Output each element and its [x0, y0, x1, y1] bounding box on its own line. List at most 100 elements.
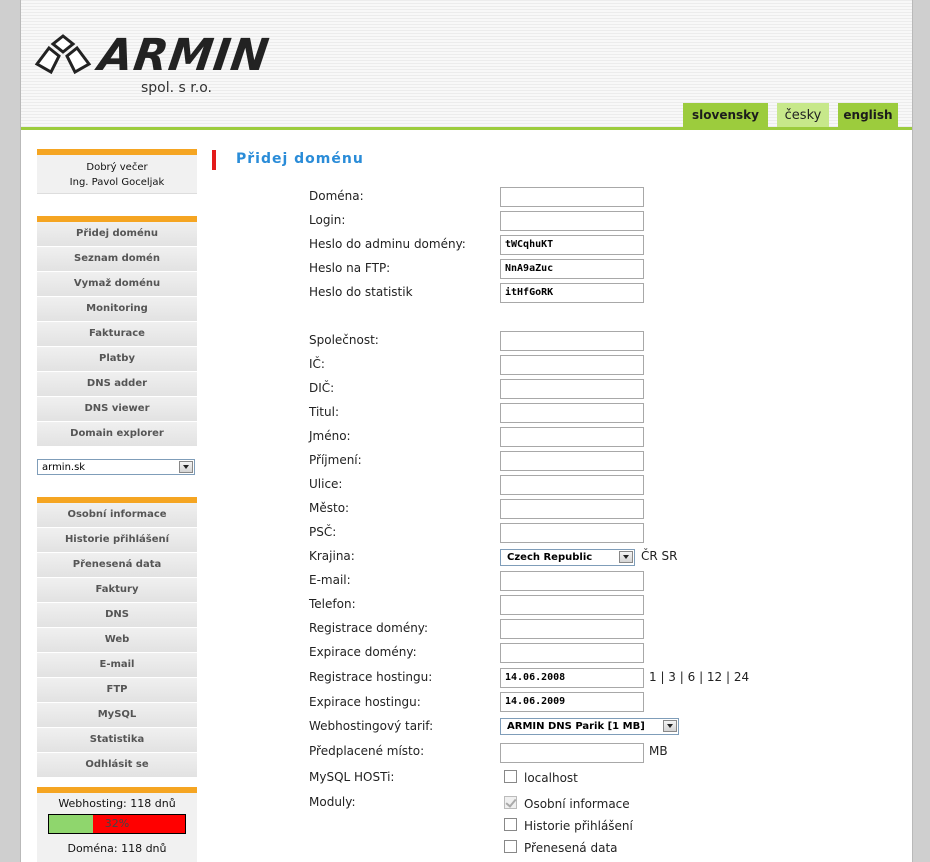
label-company: Společnost: — [309, 333, 379, 347]
label-stats-password: Heslo do statistik — [309, 285, 413, 299]
admin-password-input[interactable]: tWCqhuKT — [500, 235, 644, 255]
country-select-value: Czech Republic — [507, 552, 593, 563]
domain-select[interactable]: armin.sk — [37, 459, 195, 475]
dic-input[interactable] — [500, 379, 644, 399]
menu-item-platby[interactable]: Platby — [37, 347, 197, 372]
menu-item-email[interactable]: E-mail — [37, 653, 197, 678]
label-modules: Moduly: — [309, 795, 356, 809]
title-marker — [212, 150, 216, 170]
hosting-registration-input[interactable]: 14.06.2008 — [500, 668, 644, 688]
label-prepaid-space: Předplacené místo: — [309, 744, 425, 758]
email-input[interactable] — [500, 571, 644, 591]
brand-logo[interactable]: ARMIN spol. s r.o. — [33, 30, 273, 100]
module-historie-prihlaseni-label: Historie přihlášení — [524, 819, 633, 833]
domain-expiration-input[interactable] — [500, 643, 644, 663]
psc-input[interactable] — [500, 523, 644, 543]
label-mysql-hosts: MySQL HOSTi: — [309, 770, 395, 784]
label-ftp-password: Heslo na FTP: — [309, 261, 391, 275]
label-last-name: Příjmení: — [309, 453, 362, 467]
menu-item-mysql[interactable]: MySQL — [37, 703, 197, 728]
menu-item-statistika[interactable]: Statistika — [37, 728, 197, 753]
menu-item-odhlasit-se[interactable]: Odhlásit se — [37, 753, 197, 778]
stats-password-input[interactable]: itHfGoRK — [500, 283, 644, 303]
label-dic: DIČ: — [309, 381, 335, 395]
module-prenesena-data-checkbox[interactable] — [504, 840, 517, 853]
chevron-down-icon[interactable] — [179, 461, 193, 473]
mysql-localhost-label: localhost — [524, 771, 578, 785]
domain-input[interactable] — [500, 187, 644, 207]
menu-item-domain-explorer[interactable]: Domain explorer — [37, 422, 197, 447]
greeting-box: Dobrý večer Ing. Pavol Goceljak — [37, 149, 197, 194]
menu-item-vymaz-domenu[interactable]: Vymaž doménu — [37, 272, 197, 297]
menu-item-fakturace[interactable]: Fakturace — [37, 322, 197, 347]
label-domena: Doména: — [309, 189, 364, 203]
label-admin-password: Heslo do adminu domény: — [309, 237, 466, 251]
mysql-localhost-checkbox[interactable] — [504, 770, 517, 783]
street-input[interactable] — [500, 475, 644, 495]
menu-item-dns-viewer[interactable]: DNS viewer — [37, 397, 197, 422]
hosting-plan-select[interactable]: ARMIN DNS Parik [1 MB] — [500, 718, 679, 735]
menu-item-dns-adder[interactable]: DNS adder — [37, 372, 197, 397]
greeting-line: Dobrý večer — [86, 162, 148, 173]
module-historie-prihlaseni-checkbox[interactable] — [504, 818, 517, 831]
hosting-expiration-input[interactable]: 14.06.2009 — [500, 692, 644, 712]
header: ARMIN spol. s r.o. slovensky česky engli… — [21, 0, 912, 128]
domain-select-value: armin.sk — [42, 462, 86, 473]
lang-tab-cesky[interactable]: česky — [777, 103, 829, 128]
domain-days: Doména: 118 dnů — [67, 842, 167, 855]
menu-item-historie-prihlaseni[interactable]: Historie přihlášení — [37, 528, 197, 553]
last-name-input[interactable] — [500, 451, 644, 471]
menu-item-osobni-informace[interactable]: Osobní informace — [37, 503, 197, 528]
label-street: Ulice: — [309, 477, 343, 491]
module-osobni-informace-checkbox[interactable] — [504, 796, 517, 809]
menu-item-pridej-domenu[interactable]: Přidej doménu — [37, 222, 197, 247]
menu-item-prenesena-data[interactable]: Přenesená data — [37, 553, 197, 578]
menu-item-web[interactable]: Web — [37, 628, 197, 653]
label-domain-registration: Registrace domény: — [309, 621, 429, 635]
menu-item-ftp[interactable]: FTP — [37, 678, 197, 703]
account-menu: Osobní informace Historie přihlášení Pře… — [37, 497, 197, 778]
domain-menu: Přidej doménu Seznam domén Vymaž doménu … — [37, 216, 197, 447]
domain-registration-input[interactable] — [500, 619, 644, 639]
webhosting-progress-label: 32% — [104, 817, 130, 830]
city-input[interactable] — [500, 499, 644, 519]
webhosting-days: Webhosting: 118 dnů — [58, 797, 176, 810]
chevron-down-icon[interactable] — [619, 551, 633, 563]
label-hosting-registration: Registrace hostingu: — [309, 670, 433, 684]
country-select[interactable]: Czech Republic — [500, 549, 635, 566]
lang-tab-slovensky[interactable]: slovensky — [683, 103, 768, 128]
label-hosting-expiration: Expirace hostingu: — [309, 695, 421, 709]
label-domain-expiration: Expirace domény: — [309, 645, 417, 659]
menu-item-monitoring[interactable]: Monitoring — [37, 297, 197, 322]
hosting-status-box: Webhosting: 118 dnů 32% Doména: 118 dnů — [37, 787, 197, 862]
label-psc: PSČ: — [309, 525, 337, 539]
ic-input[interactable] — [500, 355, 644, 375]
armin-logo-icon — [34, 34, 92, 75]
label-first-name: Jméno: — [309, 429, 351, 443]
first-name-input[interactable] — [500, 427, 644, 447]
menu-item-faktury[interactable]: Faktury — [37, 578, 197, 603]
ftp-password-input[interactable]: NnA9aZuc — [500, 259, 644, 279]
module-osobni-informace-label: Osobní informace — [524, 797, 630, 811]
brand-subtitle: spol. s r.o. — [141, 80, 212, 96]
phone-input[interactable] — [500, 595, 644, 615]
label-phone: Telefon: — [309, 597, 356, 611]
menu-item-seznam-domen[interactable]: Seznam domén — [37, 247, 197, 272]
webhosting-progress-bar: 32% — [48, 814, 186, 834]
label-email: E-mail: — [309, 573, 351, 587]
chevron-down-icon[interactable] — [663, 720, 677, 732]
lang-tab-english[interactable]: english — [838, 103, 898, 128]
country-shortcuts[interactable]: ČR SR — [641, 549, 678, 563]
menu-item-dns[interactable]: DNS — [37, 603, 197, 628]
company-input[interactable] — [500, 331, 644, 351]
title-input[interactable] — [500, 403, 644, 423]
login-input[interactable] — [500, 211, 644, 231]
brand-name: ARMIN — [95, 30, 273, 81]
label-country: Krajina: — [309, 549, 355, 563]
status-topbar — [37, 787, 197, 793]
page-title: Přidej doménu — [236, 151, 364, 167]
prepaid-space-input[interactable] — [500, 743, 644, 763]
label-city: Město: — [309, 501, 350, 515]
label-hosting-plan: Webhostingový tarif: — [309, 719, 434, 733]
hosting-period-links[interactable]: 1 | 3 | 6 | 12 | 24 — [649, 670, 749, 684]
